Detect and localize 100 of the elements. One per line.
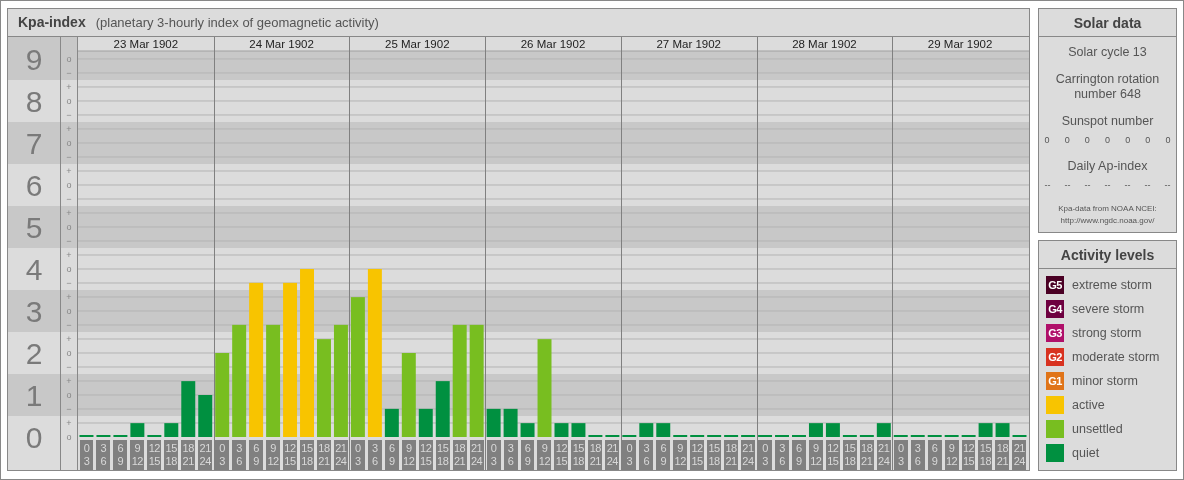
storm-level-badge: G1 [1046,372,1064,390]
hour-range-label: 0 3 [893,440,908,470]
activity-level-label: minor storm [1072,372,1138,390]
activity-level-label: active [1072,396,1105,414]
kp-bar [130,423,145,437]
kp-scale-label: 8 [25,85,43,118]
kp-bar [995,423,1010,437]
kp-minor-mark: + [66,334,72,344]
ap-index-value: -- [1124,178,1131,192]
kp-scale-label: 6 [25,169,43,202]
sunspot-value: 0 [1104,133,1110,147]
ap-index-label: Daily Ap-index [1067,158,1148,175]
hour-range-label: 21 24 [1012,440,1027,470]
kp-bar [825,423,840,437]
activity-level-label: unsettled [1072,420,1123,438]
hour-range-label: 3 6 [774,440,789,470]
kp-minor-mark: − [66,404,72,414]
activity-level-label: strong storm [1072,324,1142,342]
kp-minor-mark: + [66,418,72,428]
hour-range-label: 6 9 [927,440,942,470]
kp-bar [656,423,671,437]
hour-range-label: 9 12 [537,440,552,470]
hour-range-label: 18 21 [995,440,1010,470]
carrington-rotation-text: Carrington rotation number 648 [1054,71,1161,102]
kp-minor-mark: + [66,82,72,92]
chart-subtitle: (planetary 3-hourly index of geomagnetic activity) [95,13,379,32]
hour-range-label: 21 24 [741,440,755,470]
kp-minor-mark: − [66,68,72,78]
hour-range-label: 12 15 [147,440,162,470]
hour-range-label: 0 3 [215,440,230,470]
date-label: 26 Mar 1902 [520,38,586,50]
hour-range-label: 15 18 [299,440,314,470]
kp-minor-mark: o [66,96,72,106]
hour-range-label: 15 18 [707,440,722,470]
kp-bar [978,423,993,437]
kp-bar [164,423,179,437]
kp-minor-mark: + [66,124,72,134]
date-label: 29 Mar 1902 [927,38,993,50]
hour-range-label: 9 12 [266,440,280,470]
panel-title: Solar data [1039,9,1176,37]
hour-range-label: 18 21 [859,440,874,470]
hour-range-label: 6 9 [656,440,671,470]
kp-bar [384,408,399,437]
hour-range-label: 6 9 [249,440,264,470]
hour-range-label: 12 15 [418,440,433,470]
activity-level-label: severe storm [1072,300,1145,318]
kp-scale-label: 9 [25,43,43,76]
date-label: 25 Mar 1902 [385,38,450,50]
hour-range-label: 6 9 [791,440,806,470]
kp-scale-label: 5 [25,211,43,244]
hour-range-label: 15 18 [842,440,857,470]
hour-range-label: 0 3 [486,440,501,470]
hour-range-label: 21 24 [605,440,620,470]
hour-range-label: 3 6 [367,440,382,470]
hour-range-label: 15 18 [571,440,586,470]
hour-range-label: 9 12 [944,440,959,470]
activity-level-label: extreme storm [1072,276,1152,294]
date-label: 24 Mar 1902 [249,38,314,50]
activity-level-label: quiet [1072,444,1100,462]
kp-bar [418,408,433,437]
kp-bar [503,408,518,437]
ap-index-value: -- [1164,178,1171,192]
hour-range-label: 15 18 [164,440,179,470]
hour-range-label: 3 6 [96,440,111,470]
source-text: Kpa-data from NOAA NCEI: [1058,204,1157,215]
kp-minor-mark: o [66,264,72,274]
kp-scale-label: 2 [25,337,43,370]
storm-level-badge: G4 [1046,300,1064,318]
storm-level-badge: G5 [1046,276,1064,294]
kp-bar [639,423,654,437]
ap-index-value: -- [1064,178,1071,192]
kp-minor-mark: + [66,292,72,302]
kp-minor-mark: + [66,208,72,218]
hour-range-label: 0 3 [79,440,94,470]
kp-minor-mark: − [66,320,72,330]
hour-range-label: 12 15 [961,440,976,470]
hour-range-label: 0 3 [758,440,772,470]
hour-range-label: 12 15 [690,440,705,470]
date-label: 27 Mar 1902 [656,38,721,50]
hour-range-label: 6 9 [384,440,399,470]
sunspot-value: 0 [1165,133,1171,147]
kp-minor-mark: − [66,194,72,204]
kp-minor-mark: + [66,376,72,386]
hour-range-label: 21 24 [333,440,348,470]
hour-range-label: 18 21 [724,440,738,470]
hour-range-label: 15 18 [978,440,993,470]
hour-range-label: 21 24 [469,440,484,470]
kp-minor-mark: − [66,278,72,288]
kp-minor-mark: o [66,432,72,442]
kp-scale-label: 0 [25,421,43,454]
sunspot-value: 0 [1125,133,1131,147]
hour-range-label: 9 12 [673,440,688,470]
kp-bar [876,423,891,437]
hour-range-label: 12 15 [283,440,297,470]
kp-bar [554,423,569,437]
ap-index-value: -- [1144,178,1151,192]
hour-range-label: 18 21 [588,440,603,470]
chart-title: Kpa-index [18,13,86,32]
hour-range-label: 3 6 [232,440,247,470]
solar-cycle-text: Solar cycle 13 [1068,44,1147,61]
